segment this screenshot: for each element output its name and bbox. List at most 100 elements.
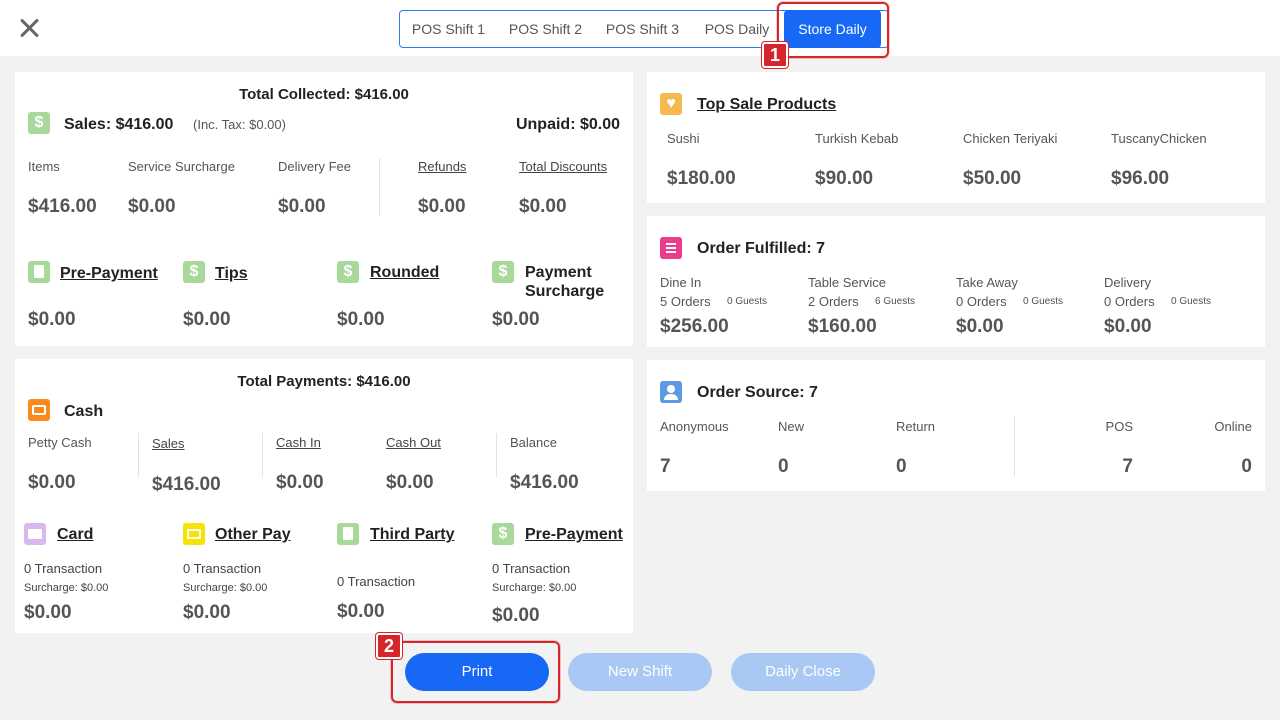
divider (496, 433, 497, 477)
third-party-value: $0.00 (337, 601, 385, 622)
document-icon (28, 261, 50, 283)
dollar-icon: $ (183, 261, 205, 283)
tab-pos-shift-2[interactable]: POS Shift 2 (497, 11, 594, 47)
source-value: 0 (896, 456, 907, 477)
fulfilled-orders: 0 Orders (1104, 294, 1155, 309)
pre-payment-link[interactable]: Pre-Payment (60, 265, 158, 283)
total-discounts-link[interactable]: Total Discounts (519, 159, 607, 174)
dollar-icon: $ (492, 261, 514, 283)
refunds-link[interactable]: Refunds (418, 159, 466, 174)
petty-cash-label: Petty Cash (28, 435, 92, 450)
dollar-icon: $ (337, 261, 359, 283)
pre-payment-value: $0.00 (28, 309, 76, 330)
order-fulfilled-title: Order Fulfilled: 7 (697, 240, 826, 257)
rounded-value: $0.00 (337, 309, 385, 330)
dollar-icon: $ (492, 523, 514, 545)
fulfilled-orders: 2 Orders (808, 294, 859, 309)
tips-value: $0.00 (183, 309, 231, 330)
fulfilled-value: $0.00 (1104, 316, 1152, 337)
product-value: $180.00 (667, 168, 736, 189)
total-payments-card: Total Payments: $416.00 Cash Petty Cash … (15, 359, 633, 633)
shift-tabs: POS Shift 1 POS Shift 2 POS Shift 3 POS … (399, 10, 889, 48)
product-name: TuscanyChicken (1111, 131, 1207, 146)
pre-payment-method-value: $0.00 (492, 605, 540, 626)
order-fulfilled-card: Order Fulfilled: 7 Dine In Table Service… (647, 216, 1265, 347)
product-name: Sushi (667, 131, 700, 146)
close-icon[interactable] (16, 16, 42, 42)
source-label: Online (1214, 419, 1252, 434)
cash-out-link[interactable]: Cash Out (386, 435, 441, 450)
product-value: $50.00 (963, 168, 1022, 189)
source-value: 0 (778, 456, 789, 477)
order-source-card: Order Source: 7 Anonymous New Return POS… (647, 360, 1265, 491)
tab-pos-shift-1[interactable]: POS Shift 1 (400, 11, 497, 47)
new-shift-button[interactable]: New Shift (568, 653, 712, 691)
pre-payment-method-link[interactable]: Pre-Payment (525, 526, 623, 544)
list-icon (660, 237, 682, 259)
source-label: Return (896, 419, 936, 434)
daily-close-button[interactable]: Daily Close (731, 653, 875, 691)
petty-cash-value: $0.00 (28, 472, 76, 493)
unpaid-total: Unpaid: $0.00 (515, 116, 620, 133)
divider (379, 158, 380, 216)
third-party-transactions: 0 Transaction (337, 574, 416, 589)
top-sale-products-link[interactable]: Top Sale Products (697, 96, 836, 114)
fulfilled-value: $0.00 (956, 316, 1004, 337)
source-value: 7 (660, 456, 671, 477)
fulfilled-guests: 6 Guests (875, 296, 916, 307)
fulfilled-orders: 0 Orders (956, 294, 1007, 309)
credit-card-icon (24, 523, 46, 545)
product-value: $90.00 (815, 168, 874, 189)
fulfilled-type-label: Take Away (956, 275, 1018, 290)
total-payments-title: Total Payments: $416.00 (237, 373, 411, 390)
other-pay-link[interactable]: Other Pay (215, 526, 291, 544)
delivery-fee-label: Delivery Fee (278, 159, 351, 174)
users-icon (660, 381, 682, 403)
marker-badge-1: 1 (762, 42, 788, 68)
balance-label: Balance (510, 435, 557, 450)
product-value: $96.00 (1111, 168, 1170, 189)
service-surcharge-value: $0.00 (128, 196, 176, 217)
divider (262, 433, 263, 477)
heart-icon: ♥ (660, 93, 682, 115)
order-source-title: Order Source: 7 (697, 384, 818, 401)
credit-card-icon (183, 523, 205, 545)
fulfilled-type-label: Delivery (1104, 275, 1151, 290)
wallet-icon (28, 399, 50, 421)
product-name: Chicken Teriyaki (963, 131, 1058, 146)
document-icon (337, 523, 359, 545)
fulfilled-type-label: Dine In (660, 275, 702, 290)
inc-tax: (Inc. Tax: $0.00) (193, 117, 286, 132)
other-pay-transactions: 0 Transaction (183, 561, 262, 576)
card-value: $0.00 (24, 602, 72, 623)
sales-total: Sales: $416.00 (64, 116, 174, 133)
total-collected-card: Total Collected: $416.00 $ Sales: $416.0… (15, 72, 633, 346)
refunds-value: $0.00 (418, 196, 466, 217)
cash-in-value: $0.00 (276, 472, 324, 493)
cash-in-link[interactable]: Cash In (276, 435, 321, 450)
tips-link[interactable]: Tips (215, 265, 248, 283)
other-pay-surcharge: Surcharge: $0.00 (183, 582, 268, 594)
fulfilled-type-label: Table Service (808, 275, 887, 290)
items-value: $416.00 (28, 196, 97, 217)
source-value: 7 (1122, 456, 1133, 477)
source-label: Anonymous (660, 419, 729, 434)
payment-surcharge-value: $0.00 (492, 309, 540, 330)
top-bar: POS Shift 1 POS Shift 2 POS Shift 3 POS … (0, 0, 1280, 56)
tab-store-daily[interactable]: Store Daily (784, 10, 881, 48)
fulfilled-orders: 5 Orders (660, 294, 711, 309)
print-button[interactable]: Print (405, 653, 549, 691)
rounded-link[interactable]: Rounded (370, 264, 439, 282)
card-link[interactable]: Card (57, 526, 93, 544)
sales-link[interactable]: Sales (152, 436, 185, 451)
third-party-link[interactable]: Third Party (370, 526, 454, 544)
tab-pos-shift-3[interactable]: POS Shift 3 (594, 11, 691, 47)
cash-sales-value: $416.00 (152, 474, 221, 495)
service-surcharge-label: Service Surcharge (128, 159, 235, 174)
card-surcharge: Surcharge: $0.00 (24, 582, 109, 594)
source-label: POS (1105, 419, 1133, 434)
balance-value: $416.00 (510, 472, 579, 493)
other-pay-value: $0.00 (183, 602, 231, 623)
source-value: 0 (1241, 456, 1252, 477)
cash-title: Cash (64, 403, 104, 420)
